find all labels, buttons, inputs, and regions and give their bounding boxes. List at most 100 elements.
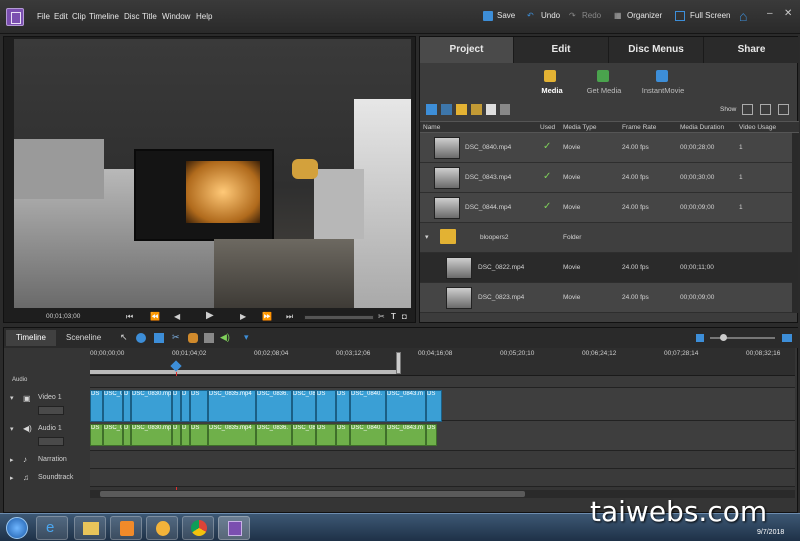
close-icon[interactable]: ✕ — [784, 8, 792, 19]
marker-menu-icon[interactable]: ▾ — [244, 332, 249, 343]
show-image-icon[interactable] — [778, 104, 789, 115]
effects-icon[interactable] — [188, 333, 198, 343]
tab-sceneline[interactable]: Sceneline — [56, 330, 111, 346]
scrollbar-thumb[interactable] — [100, 491, 525, 497]
expand-chevron-icon[interactable]: ▾ — [425, 233, 429, 241]
tab-disc-menus[interactable]: Disc Menus — [609, 37, 704, 63]
goto-start-icon[interactable]: ⏮ — [126, 312, 133, 322]
audio-clip[interactable]: DSC_0830.mp — [131, 424, 172, 446]
video-clip[interactable]: D — [181, 390, 190, 422]
menu-edit[interactable]: Edit — [54, 12, 68, 21]
zoom-out-icon[interactable] — [696, 334, 704, 342]
media-list-scrollbar[interactable] — [792, 133, 798, 313]
work-area-end-handle[interactable] — [396, 352, 401, 374]
video-clip[interactable]: DSC_0 — [103, 390, 123, 422]
frame-forward-icon[interactable]: ▶ — [240, 312, 246, 321]
audio-clip[interactable]: D — [123, 424, 131, 446]
media-row[interactable]: DSC_0843.mp4 ✓ Movie 24.00 fps 00;00;30;… — [420, 163, 792, 193]
audio-clip[interactable]: DS — [426, 424, 437, 446]
grid-view-icon[interactable] — [441, 104, 452, 115]
tab-edit[interactable]: Edit — [514, 37, 609, 63]
select-tool-icon[interactable]: ↖ — [120, 332, 128, 343]
menu-disc[interactable]: Disc — [124, 12, 140, 21]
audio-clip[interactable]: D — [172, 424, 181, 446]
media-row[interactable]: DSC_0844.mp4 ✓ Movie 24.00 fps 00;00;09;… — [420, 193, 792, 223]
audio-clip[interactable]: DSC_0836. — [256, 424, 292, 446]
subtab-media[interactable]: Media — [532, 86, 572, 95]
video-clip[interactable]: D — [172, 390, 181, 422]
step-forward-icon[interactable]: ⏩ — [262, 312, 272, 321]
audio-mix-icon[interactable]: ◀) — [220, 332, 230, 343]
zoom-in-icon[interactable] — [782, 334, 792, 342]
marker-icon[interactable] — [204, 333, 214, 343]
split-clip-icon[interactable]: ✂ — [378, 312, 385, 321]
folder-row[interactable]: ▾ bloopers2 Folder — [420, 223, 792, 253]
smart-fix-icon[interactable] — [136, 333, 146, 343]
menu-window[interactable]: Window — [162, 12, 190, 21]
audio-clip[interactable]: DSC_0843.m — [386, 424, 426, 446]
menu-timeline[interactable]: Timeline — [89, 12, 119, 21]
trash-icon[interactable] — [500, 104, 510, 115]
col-frame-rate[interactable]: Frame Rate — [622, 124, 656, 131]
undo-button[interactable]: Undo — [541, 11, 560, 20]
snapshot-icon[interactable]: ◘ — [402, 312, 407, 321]
video-clip[interactable]: DS — [336, 390, 350, 422]
folder-up-icon[interactable] — [471, 104, 482, 115]
tab-timeline[interactable]: Timeline — [6, 330, 56, 346]
col-name[interactable]: Name — [423, 124, 440, 131]
video-clip[interactable]: DS — [316, 390, 336, 422]
video-clip[interactable]: DSC_0843.m — [386, 390, 426, 422]
shuttle-slider[interactable] — [304, 315, 374, 320]
col-media-type[interactable]: Media Type — [563, 124, 596, 131]
subtab-get-media[interactable]: Get Media — [580, 86, 628, 95]
premiere-elements-taskbar-icon[interactable] — [218, 516, 250, 540]
text-tool-icon[interactable]: T — [391, 312, 396, 321]
tab-project[interactable]: Project — [420, 37, 514, 63]
audio-clip[interactable]: DSC_0840. — [350, 424, 386, 446]
keyframe-nav-buttons[interactable] — [38, 437, 64, 446]
video-clip[interactable]: DSC_0836. — [256, 390, 292, 422]
video-clip[interactable]: DSC_08 — [292, 390, 316, 422]
media-player-taskbar-icon[interactable] — [110, 516, 142, 540]
media-row[interactable]: DSC_0840.mp4 ✓ Movie 24.00 fps 00;00;28;… — [420, 133, 792, 163]
audio-clip[interactable]: DSC_0 — [103, 424, 123, 446]
timeline-grid-icon[interactable] — [154, 333, 164, 343]
col-video-usage[interactable]: Video Usage — [739, 124, 776, 131]
video-clip[interactable]: DSC_0840. — [350, 390, 386, 422]
save-button[interactable]: Save — [497, 11, 515, 20]
audio-clip[interactable]: DSC_08 — [292, 424, 316, 446]
audio-clip[interactable]: D — [181, 424, 190, 446]
video-clip[interactable]: DS — [90, 390, 103, 422]
play-icon[interactable]: ▶ — [206, 310, 214, 321]
app-taskbar-icon[interactable] — [146, 516, 178, 540]
organizer-button[interactable]: Organizer — [627, 11, 662, 20]
frame-back-icon[interactable]: ◀ — [174, 312, 180, 321]
video-clip[interactable]: DSC_0830.mp — [131, 390, 172, 422]
zoom-handle[interactable] — [720, 334, 727, 341]
work-area-bar[interactable] — [90, 370, 400, 374]
subtab-instantmovie[interactable]: InstantMovie — [636, 86, 690, 95]
audio-clip[interactable]: DS — [90, 424, 103, 446]
step-back-icon[interactable]: ⏪ — [150, 312, 160, 321]
new-folder-icon[interactable] — [456, 104, 467, 115]
menu-title[interactable]: Title — [142, 12, 157, 21]
video-clip[interactable]: D — [123, 390, 131, 422]
audio-clip[interactable]: DS — [336, 424, 350, 446]
chrome-taskbar-icon[interactable] — [182, 516, 214, 540]
minimize-icon[interactable]: – — [767, 8, 773, 19]
video-clip[interactable]: DSC_0835.mp4 — [208, 390, 256, 422]
scissors-icon[interactable]: ✂ — [172, 332, 180, 343]
video-clip[interactable]: DS — [426, 390, 442, 422]
media-row[interactable]: DSC_0823.mp4 Movie 24.00 fps 00;00;09;00 — [420, 283, 792, 313]
redo-button[interactable]: Redo — [582, 11, 601, 20]
ie-taskbar-icon[interactable]: e — [36, 516, 68, 540]
col-used[interactable]: Used — [540, 124, 555, 131]
menu-file[interactable]: File — [37, 12, 50, 21]
explorer-taskbar-icon[interactable] — [74, 516, 106, 540]
tab-share[interactable]: Share — [704, 37, 799, 63]
media-row[interactable]: DSC_0822.mp4 Movie 24.00 fps 00;00;11;00 — [420, 253, 792, 283]
menu-clip[interactable]: Clip — [72, 12, 86, 21]
list-view-icon[interactable] — [426, 104, 437, 115]
start-button-icon[interactable] — [6, 517, 28, 539]
video-clip[interactable]: DS — [190, 390, 208, 422]
